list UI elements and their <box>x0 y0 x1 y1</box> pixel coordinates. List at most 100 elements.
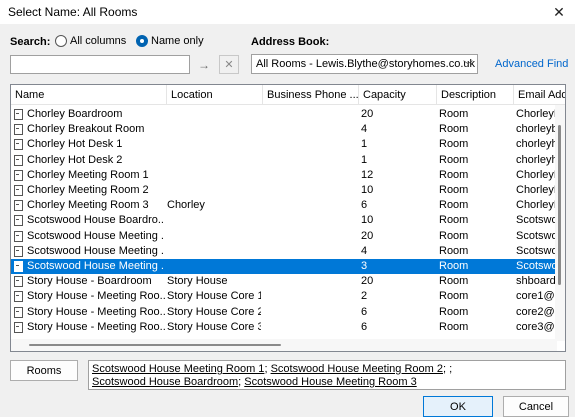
room-icon <box>14 306 23 318</box>
cell-capacity: 6 <box>361 320 368 333</box>
cell-capacity: 4 <box>361 244 368 257</box>
cell-description: Room <box>439 290 469 303</box>
room-icon <box>14 215 23 227</box>
table-row[interactable]: Scotswood House Meeting ... 4 Room Scotswo <box>11 244 556 259</box>
cell-capacity: 4 <box>361 123 368 136</box>
cell-capacity: 12 <box>361 168 374 181</box>
cell-email: ChorleyB <box>516 108 556 120</box>
clear-icon[interactable]: ✕ <box>219 55 239 74</box>
cell-email: Scotswo <box>516 244 556 257</box>
cell-name: Chorley Hot Desk 2 <box>27 153 123 166</box>
room-icon <box>14 276 23 288</box>
column-header-description[interactable]: Description <box>437 85 514 105</box>
table-row[interactable]: Chorley Meeting Room 2 10 Room ChorleyN <box>11 183 556 198</box>
address-book-label: Address Book: <box>251 36 330 48</box>
rooms-button[interactable]: Rooms <box>10 360 78 381</box>
cell-capacity: 10 <box>361 214 374 227</box>
cell-email: ChorleyN <box>516 199 556 212</box>
cell-name: Chorley Meeting Room 3 <box>27 199 149 212</box>
table-row[interactable]: Chorley Breakout Room 4 Room chorleyb <box>11 122 556 137</box>
rooms-list[interactable]: Name Location Business Phone ... Capacit… <box>10 84 566 352</box>
table-row[interactable]: Story House - Boardroom Story House 20 Room… <box>11 274 556 289</box>
cell-location: Story House <box>167 275 228 288</box>
radio-all-columns[interactable]: All columns <box>55 35 126 47</box>
advanced-find-link[interactable]: Advanced Find <box>495 58 568 70</box>
rooms-field[interactable]: Scotswood House Meeting Room 1; Scotswoo… <box>88 360 566 390</box>
cell-description: Room <box>439 123 469 136</box>
cell-location: Chorley <box>167 199 205 212</box>
cell-capacity: 20 <box>361 108 374 120</box>
column-header-name[interactable]: Name <box>11 85 167 105</box>
horizontal-scroll-thumb[interactable] <box>29 344 281 346</box>
column-header-business-phone[interactable]: Business Phone ... <box>263 85 359 105</box>
cell-name: Story House - Meeting Roo... <box>27 305 165 318</box>
cell-capacity: 20 <box>361 275 374 288</box>
room-entry[interactable]: Scotswood House Meeting Room 2 <box>271 363 443 375</box>
table-row[interactable]: Story House - Meeting Roo... Story House … <box>11 305 556 320</box>
cell-name: Chorley Meeting Room 2 <box>27 184 149 196</box>
title-bar: Select Name: All Rooms ✕ <box>0 0 575 24</box>
cell-capacity: 3 <box>361 260 368 272</box>
cell-capacity: 1 <box>361 153 368 166</box>
table-row[interactable]: Chorley Hot Desk 1 1 Room chorleyh <box>11 137 556 152</box>
room-icon <box>14 185 23 196</box>
table-row[interactable]: Chorley Hot Desk 2 1 Room chorleyh <box>11 153 556 168</box>
chevron-down-icon: ﹀ <box>463 61 473 72</box>
room-icon <box>14 139 23 151</box>
cell-description: Room <box>439 214 469 227</box>
cell-name: Story House - Meeting Roo... <box>27 290 165 303</box>
room-icon <box>14 200 23 212</box>
cell-email: Scotswo <box>516 229 556 242</box>
cell-email: shboard <box>516 275 556 288</box>
radio-name-only-label: Name only <box>151 35 204 47</box>
radio-icon <box>55 35 67 47</box>
room-entry[interactable]: Scotswood House Boardroom <box>92 376 238 388</box>
go-arrow-icon[interactable]: → <box>194 55 214 74</box>
cancel-button[interactable]: Cancel <box>503 396 569 417</box>
column-header-capacity[interactable]: Capacity <box>359 85 437 105</box>
cell-description: Room <box>439 305 469 318</box>
vertical-scrollbar[interactable] <box>555 105 565 341</box>
cell-name: Scotswood House Meeting ... <box>27 229 165 242</box>
table-row[interactable]: Story House - Meeting Roo... Story House … <box>11 320 556 335</box>
cell-description: Room <box>439 108 469 120</box>
cell-name: Story House - Meeting Roo... <box>27 320 165 333</box>
cell-capacity: 6 <box>361 305 368 318</box>
cell-location: Story House Core 2 <box>167 305 261 318</box>
room-icon <box>14 169 23 181</box>
address-book-value: All Rooms - Lewis.Blythe@storyhomes.co.u… <box>256 58 476 70</box>
cell-description: Room <box>439 199 469 212</box>
cell-email: ChorleyN <box>516 184 556 196</box>
radio-name-only[interactable]: Name only <box>136 35 204 47</box>
cell-location: Story House Core 3 <box>167 320 261 333</box>
horizontal-scrollbar[interactable] <box>11 339 557 351</box>
table-row[interactable]: Scotswood House Meeting ... 3 Room Scotswo <box>11 259 556 274</box>
cell-capacity: 2 <box>361 290 368 303</box>
cell-description: Room <box>439 275 469 288</box>
address-book-select[interactable]: All Rooms - Lewis.Blythe@storyhomes.co.u… <box>251 54 478 74</box>
table-row[interactable]: Chorley Meeting Room 3 Chorley 6 Room Chorle… <box>11 198 556 213</box>
column-header-location[interactable]: Location <box>167 85 263 105</box>
ok-button[interactable]: OK <box>423 396 493 417</box>
room-icon <box>14 245 23 257</box>
cell-email: chorleyb <box>516 123 556 136</box>
table-row[interactable]: Story House - Meeting Roo... Story House … <box>11 289 556 304</box>
room-icon <box>14 109 23 120</box>
table-row[interactable]: Scotswood House Meeting ... 20 Room Scotswo <box>11 229 556 244</box>
cell-description: Room <box>439 244 469 257</box>
column-header-email[interactable]: Email Addr <box>514 85 565 105</box>
room-icon <box>14 321 23 333</box>
table-row[interactable]: Scotswood House Boardro... 10 Room Scotswo <box>11 213 556 228</box>
search-input[interactable] <box>10 55 190 74</box>
table-row[interactable]: Chorley Meeting Room 1 12 Room ChorleyN <box>11 168 556 183</box>
separator: ; ; <box>443 363 453 375</box>
cell-name: Scotswood House Boardro... <box>27 214 165 227</box>
cell-capacity: 6 <box>361 199 368 212</box>
room-entry[interactable]: Scotswood House Meeting Room 3 <box>244 376 416 388</box>
close-icon[interactable]: ✕ <box>543 0 575 24</box>
table-row[interactable]: Chorley Boardroom 20 Room ChorleyB <box>11 107 556 122</box>
room-entry[interactable]: Scotswood House Meeting Room 1 <box>92 363 264 375</box>
cell-description: Room <box>439 320 469 333</box>
cell-name: Scotswood House Meeting ... <box>27 260 165 272</box>
vertical-scroll-thumb[interactable] <box>558 125 561 285</box>
